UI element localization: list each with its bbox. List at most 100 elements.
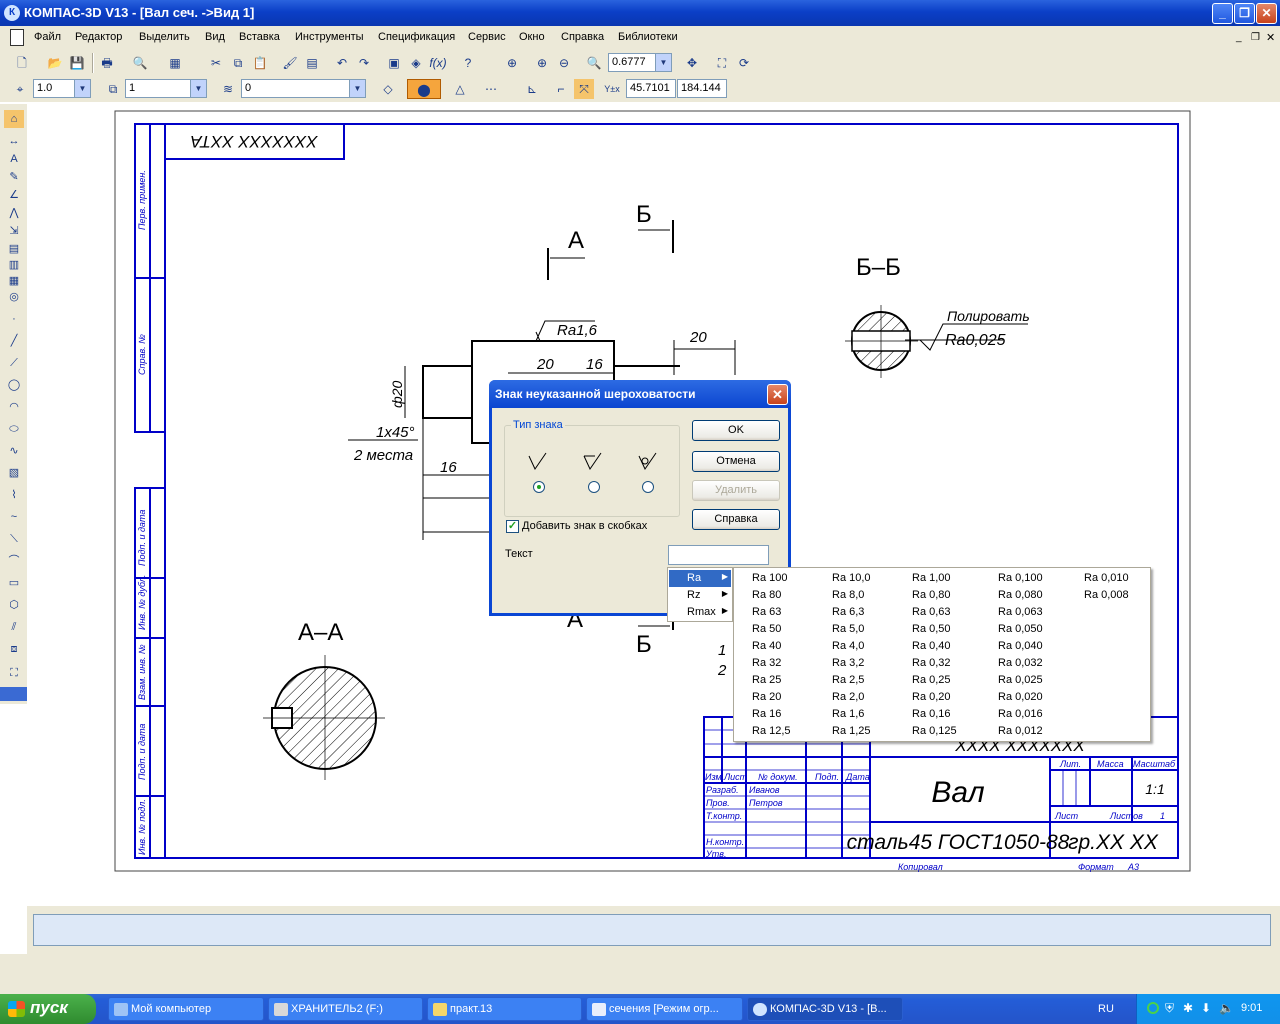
ra-value-item[interactable]: Ra 0,16 [912,708,951,720]
measure-icon[interactable]: ⋀ [4,204,24,222]
view-icon[interactable]: ⧉ [103,79,123,99]
auxiliary-line-icon[interactable]: ╱ [4,332,24,350]
ra-value-item[interactable]: Ra 0,40 [912,640,951,652]
start-button[interactable]: пуск [0,994,96,1024]
update-icon[interactable]: ⬇ [1201,1001,1211,1015]
ok-button[interactable]: OK [692,420,780,441]
sign-removal-radio[interactable] [588,481,600,493]
ra-value-item[interactable]: Ra 10,0 [832,572,871,584]
view-combo[interactable]: 1 ▼ [125,79,207,98]
round-icon[interactable]: ⤧ [574,79,594,99]
network-icon[interactable] [1147,1002,1159,1014]
layers-icon[interactable]: ≋ [218,79,238,99]
print-icon[interactable]: 🖶 [97,53,117,73]
polygon-icon[interactable]: ⬡ [4,596,24,614]
ra-value-item[interactable]: Ra 80 [752,589,781,601]
snap-toggle-icon[interactable]: ⬤ [407,79,441,99]
document-icon[interactable] [10,29,24,46]
ra-value-item[interactable]: Ra 0,100 [998,572,1043,584]
ra-value-item[interactable]: Ra 0,032 [998,657,1043,669]
ra-value-item[interactable]: Ra 32 [752,657,781,669]
menu-item-rz[interactable]: Rz ▶ [669,587,731,604]
undo-icon[interactable]: ↶ [332,53,352,73]
ra-value-item[interactable]: Ra 25 [752,674,781,686]
language-indicator[interactable]: RU [1098,1003,1114,1015]
chevron-down-icon[interactable]: ▼ [190,80,206,97]
pan-icon[interactable]: ✥ [682,53,702,73]
insert-icon[interactable]: ◎ [4,288,24,306]
sign-no-removal-radio[interactable] [642,481,654,493]
zoom-combo[interactable]: 0.6777 ▼ [608,53,672,72]
task-folder[interactable]: практ.13 [427,997,582,1021]
chevron-down-icon[interactable]: ▼ [74,80,90,97]
point-icon[interactable]: · [4,310,24,328]
ra-value-item[interactable]: Ra 0,125 [912,725,957,737]
circle-icon[interactable]: ◯ [4,376,24,394]
rectangle-icon[interactable]: ▭ [4,574,24,592]
ra-value-item[interactable]: Ra 6,3 [832,606,864,618]
segment-icon[interactable]: ⟋ [4,354,24,372]
open-folder-icon[interactable]: 📂 [45,53,65,73]
polyline-icon[interactable]: ⌇ [4,486,24,504]
panel-expand-icon[interactable] [0,687,27,701]
ra-value-item[interactable]: Ra 0,050 [998,623,1043,635]
step-combo[interactable]: 1.0 ▼ [33,79,91,98]
manager-icon[interactable]: ▦ [165,53,185,73]
bezier-icon[interactable]: ~ [4,508,24,526]
zoom-window-icon[interactable]: ⊕ [502,53,522,73]
spline-icon[interactable]: ∿ [4,442,24,460]
zoom-scale-icon[interactable]: 🔍 [584,53,604,73]
local-cs-axis-icon[interactable]: ⊾ [522,79,542,99]
menu-libraries[interactable]: Библиотеки [618,31,678,43]
volume-icon[interactable]: 🔈 [1219,1001,1234,1015]
coord-x-field[interactable]: 45.7101 [626,79,676,98]
layer-combo[interactable]: 0 ▼ [241,79,366,98]
ra-value-item[interactable]: Ra 2,5 [832,674,864,686]
task-word-doc[interactable]: сечения [Режим огр... [586,997,743,1021]
ra-value-item[interactable]: Ra 50 [752,623,781,635]
ra-value-item[interactable]: Ra 0,016 [998,708,1043,720]
context-help-icon[interactable]: ? [458,53,478,73]
copy-icon[interactable]: ⧉ [228,53,248,73]
fillet-icon[interactable]: ⌒ [4,552,24,570]
geometry-icon[interactable]: ⌂ [4,110,24,128]
ra-value-item[interactable]: Ra 0,20 [912,691,951,703]
ra-value-item[interactable]: Ra 1,00 [912,572,951,584]
ra-value-item[interactable]: Ra 0,020 [998,691,1043,703]
ra-value-item[interactable]: Ra 0,025 [998,674,1043,686]
ra-value-item[interactable]: Ra 0,50 [912,623,951,635]
ra-value-item[interactable]: Ra 0,32 [912,657,951,669]
ra-value-item[interactable]: Ra 100 [752,572,787,584]
ra-value-item[interactable]: Ra 16 [752,708,781,720]
menu-tools[interactable]: Инструменты [295,31,364,43]
menu-window[interactable]: Окно [519,31,545,43]
delete-button[interactable]: Удалить [692,480,780,501]
dimensions-icon[interactable]: ↔ [4,132,24,150]
current-object-icon[interactable]: ◇ [378,79,398,99]
menu-editor[interactable]: Редактор [75,31,122,43]
ra-value-item[interactable]: Ra 0,008 [1084,589,1129,601]
properties-icon[interactable]: ▤ [302,53,322,73]
shield-icon[interactable]: ⛨ [1165,1001,1174,1016]
mdi-close-button[interactable]: ✕ [1266,31,1275,44]
ellipse-icon[interactable]: ⬭ [4,420,24,438]
mdi-restore-button[interactable]: ❐ [1251,32,1260,43]
equidistant-icon[interactable]: ⧈ [4,640,24,658]
menu-view[interactable]: Вид [205,31,225,43]
brackets-checkbox[interactable]: ✓ [506,520,519,533]
designations-icon[interactable]: A [4,150,24,168]
hatch-icon[interactable]: ▧ [4,464,24,482]
maximize-button[interactable]: ❐ [1234,3,1255,24]
variables-icon[interactable]: f(x) [428,53,448,73]
new-doc-icon[interactable]: 🗋 [12,53,32,73]
menu-select[interactable]: Выделить [139,31,190,43]
library-icon[interactable]: ◈ [406,53,426,73]
ra-value-item[interactable]: Ra 63 [752,606,781,618]
menu-specification[interactable]: Спецификация [378,31,455,43]
ra-value-item[interactable]: Ra 0,25 [912,674,951,686]
collection-icon[interactable]: ⛶ [4,664,24,682]
menu-item-ra[interactable]: Ra ▶ [669,570,731,587]
close-button[interactable]: ✕ [1256,3,1277,24]
window-titlebar[interactable]: К КОМПАС-3D V13 - [Вал сеч. ->Вид 1] _ ❐… [0,0,1280,26]
cut-icon[interactable]: ✂ [206,53,226,73]
